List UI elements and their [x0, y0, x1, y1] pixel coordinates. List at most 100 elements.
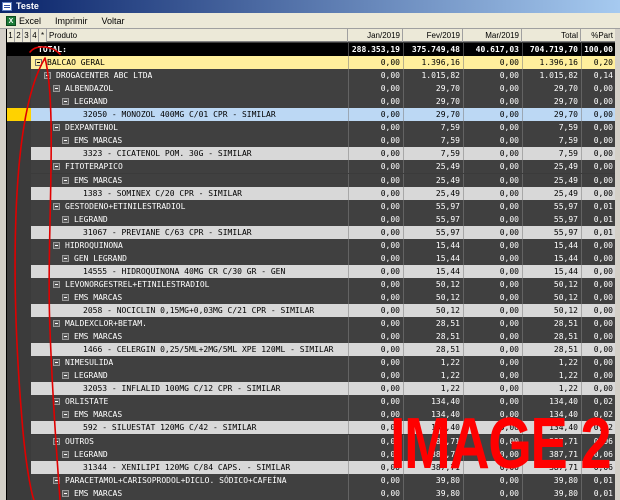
table-row[interactable]: HIDROQUINONA 0,00 15,44 0,00 15,44 0,00 [7, 238, 615, 252]
collapse-toggle-icon[interactable] [53, 476, 60, 484]
table-row[interactable]: OUTROS 0,00 387,71 0,00 387,71 0,06 [7, 434, 615, 448]
table-row[interactable]: EMS MARCAS 0,00 7,59 0,00 7,59 0,00 [7, 134, 615, 148]
cell-part: 0,00 [593, 136, 613, 146]
excel-icon[interactable]: X [6, 15, 16, 26]
cell-part: 0,01 [593, 214, 613, 224]
table-row[interactable]: 32050 - MONOZOL 400MG C/01 CPR - SIMILAR… [7, 108, 615, 122]
collapse-toggle-icon[interactable] [44, 72, 51, 80]
table-row[interactable]: GESTODENO+ETINILESTRADIOL 0,00 55,97 0,00 55… [7, 199, 615, 213]
collapse-toggle-icon[interactable] [62, 372, 69, 380]
report-grid[interactable]: 1 2 3 4 * Produto Jan/2019 Fev/2019 Mar/… [6, 29, 615, 500]
collapse-toggle-icon[interactable] [62, 489, 69, 497]
table-row[interactable]: 32053 - INFLALID 100MG C/12 CPR - SIMILA… [7, 382, 615, 396]
menu-voltar[interactable]: Voltar [95, 13, 132, 29]
collapse-toggle-icon[interactable] [62, 333, 69, 341]
collapse-toggle-icon[interactable] [53, 437, 60, 445]
collapse-toggle-icon[interactable] [62, 176, 69, 184]
collapse-toggle-icon[interactable] [62, 137, 69, 145]
table-row[interactable]: EMS MARCAS 0,00 50,12 0,00 50,12 0,00 [7, 290, 615, 304]
row-label: PARACETAMOL+CARISOPRODOL+DICLO. SÓDICO+C… [62, 474, 348, 487]
collapse-toggle-icon[interactable] [53, 398, 60, 406]
product-name: - SILUESTAT 120MG C/42 - SIMILAR [102, 423, 257, 433]
collapse-toggle-icon[interactable] [53, 359, 60, 367]
collapse-toggle-icon[interactable] [62, 293, 69, 301]
collapse-toggle-icon[interactable] [53, 124, 60, 132]
row-label: GESTODENO+ETINILESTRADIOL [62, 200, 348, 213]
table-row[interactable]: PARACETAMOL+CARISOPRODOL+DICLO. SÓDICO+C… [7, 473, 615, 487]
cell-mar: 0,00 [499, 253, 519, 263]
level-button-3[interactable]: 3 [23, 29, 31, 42]
level-button-1[interactable]: 1 [7, 29, 15, 42]
table-row[interactable]: DROGACENTER ABC LTDA 0,00 1.015,82 0,00 1.01… [7, 69, 615, 83]
column-header-part[interactable]: %Part [581, 29, 615, 42]
collapse-toggle-icon[interactable] [53, 85, 60, 93]
table-row[interactable]: LEGRAND 0,00 55,97 0,00 55,97 0,01 [7, 212, 615, 226]
column-header-fev[interactable]: Fev/2019 [403, 29, 463, 42]
table-row[interactable]: 2058 - NOCICLIN 0,15MG+0,03MG C/21 CPR -… [7, 304, 615, 317]
collapse-toggle-icon[interactable] [53, 280, 60, 288]
table-row[interactable]: BALCAO GERAL 0,00 1.396,16 0,00 1.396,16 0,20 [7, 56, 615, 70]
table-row[interactable]: 31067 - PREVIANE C/63 CPR - SIMILAR 0,00 5… [7, 225, 615, 239]
menu-imprimir[interactable]: Imprimir [48, 13, 95, 29]
table-row[interactable]: NIMESULIDA 0,00 1,22 0,00 1,22 0,00 [7, 356, 615, 370]
cell-part: 0,00 [593, 384, 613, 394]
table-row[interactable]: 592 - SILUESTAT 120MG C/42 - SIMILAR 0,00… [7, 421, 615, 435]
total-row[interactable]: TOTAL: 288.353,19 375.749,48 40.617,03 704.7… [7, 43, 615, 56]
table-row[interactable]: 1466 - CELERGIN 0,25/5ML+2MG/5ML XPE 120… [7, 343, 615, 357]
row-indicator [7, 356, 31, 370]
column-header-produto[interactable]: Produto [47, 29, 348, 42]
cell-fev: 15,44 [435, 240, 460, 250]
collapse-toggle-icon[interactable] [62, 98, 69, 106]
table-row[interactable]: 3323 - CICATENOL POM. 30G - SIMILAR 0,00 7… [7, 147, 615, 161]
table-row[interactable]: DEXPANTENOL 0,00 7,59 0,00 7,59 0,00 [7, 121, 615, 135]
table-row[interactable]: LEGRAND 0,00 387,71 0,00 387,71 0,06 [7, 447, 615, 461]
row-indicator [7, 251, 31, 265]
table-row[interactable]: MALDEXCLOR+BETAM. 0,00 28,51 0,00 28,51 0,00 [7, 317, 615, 331]
table-row[interactable]: ALBENDAZOL 0,00 29,70 0,00 29,70 0,00 [7, 82, 615, 96]
cell-jan: 0,00 [380, 449, 400, 459]
table-row[interactable]: 31344 - XENILIPI 120MG C/84 CAPS. - SIMI… [7, 460, 615, 474]
row-label: 32050 - MONOZOL 400MG C/01 CPR - SIMILAR [80, 108, 348, 121]
collapse-toggle-icon[interactable] [53, 241, 60, 249]
table-row[interactable]: LEGRAND 0,00 29,70 0,00 29,70 0,00 [7, 95, 615, 109]
cell-mar: 0,00 [499, 449, 519, 459]
collapse-toggle-icon[interactable] [62, 411, 69, 419]
table-row[interactable]: EMS MARCAS 0,00 28,51 0,00 28,51 0,00 [7, 330, 615, 344]
collapse-toggle-icon[interactable] [62, 450, 69, 458]
table-row[interactable]: LEGRAND 0,00 1,22 0,00 1,22 0,00 [7, 369, 615, 383]
cell-mar: 0,00 [499, 292, 519, 302]
column-header-jan[interactable]: Jan/2019 [348, 29, 403, 42]
collapse-toggle-icon[interactable] [53, 163, 60, 171]
table-row[interactable]: 1383 - SOMINEX C/20 CPR - SIMILAR 0,00 25,… [7, 186, 615, 200]
menu-excel[interactable]: Excel [16, 13, 48, 29]
column-header-star[interactable]: * [39, 29, 47, 42]
cell-mar: 0,00 [499, 110, 519, 120]
collapse-toggle-icon[interactable] [53, 320, 60, 328]
column-header-total[interactable]: Total [522, 29, 581, 42]
row-indicator [7, 382, 31, 396]
cell-part: 0,00 [593, 84, 613, 94]
collapse-toggle-icon[interactable] [35, 59, 42, 67]
table-row[interactable]: 14555 - HIDROQUINONA 40MG CR C/30 GR - G… [7, 264, 615, 278]
group-name: OUTROS [65, 436, 94, 446]
table-row[interactable]: GEN LEGRAND 0,00 15,44 0,00 15,44 0,00 [7, 251, 615, 265]
table-row[interactable]: EMS MARCAS 0,00 134,40 0,00 134,40 0,02 [7, 408, 615, 422]
table-row[interactable]: EMS MARCAS 0,00 25,49 0,00 25,49 0,00 [7, 173, 615, 187]
collapse-toggle-icon[interactable] [53, 202, 60, 210]
cell-jan: 0,00 [380, 410, 400, 420]
table-row[interactable]: LEVONORGESTREL+ETINILESTRADIOL 0,00 50,12 0… [7, 277, 615, 291]
table-row[interactable]: FITOTERAPICO 0,00 25,49 0,00 25,49 0,00 [7, 160, 615, 174]
cell-fev: 55,97 [435, 227, 460, 237]
cell-jan: 0,00 [380, 240, 400, 250]
collapse-toggle-icon[interactable] [62, 215, 69, 223]
row-label: LEGRAND [71, 448, 348, 461]
column-header-mar[interactable]: Mar/2019 [463, 29, 522, 42]
cell-mar: 0,00 [499, 266, 519, 276]
row-indicator [7, 225, 31, 239]
row-indicator [7, 264, 31, 278]
table-row[interactable]: ORLISTATE 0,00 134,40 0,00 134,40 0,02 [7, 395, 615, 409]
table-row[interactable]: EMS MARCAS 0,00 39,80 0,00 39,80 0,01 [7, 486, 615, 500]
level-button-4[interactable]: 4 [31, 29, 39, 42]
level-button-2[interactable]: 2 [15, 29, 23, 42]
collapse-toggle-icon[interactable] [62, 254, 69, 262]
